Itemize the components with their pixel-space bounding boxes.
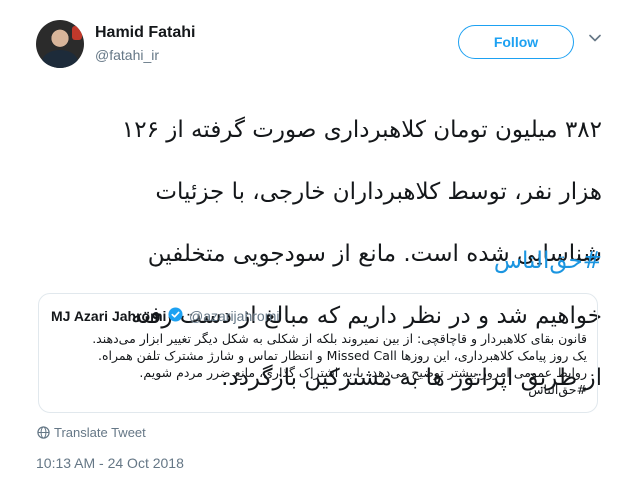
translate-tweet-link[interactable]: Translate Tweet [37,425,146,440]
tweet-text-line: ۳۸۲ میلیون تومان کلاهبرداری صورت گرفته ا… [121,117,602,143]
chevron-down-icon[interactable] [589,32,601,44]
translate-label: Translate Tweet [54,425,146,440]
quoted-tweet[interactable]: MJ Azari Jahromi @azarijahromi قانون بقا… [38,293,598,413]
quoted-text-line: روابط عمومی امروز بیشتر توضیح می‌دهد. با… [139,365,587,380]
tweet-text-line: هزار نفر، توسط کلاهبرداران خارجی، با جزئ… [155,179,602,205]
quoted-text-line: قانون بقای کلاهبردار و قاچاقچی: از بین ن… [92,331,587,346]
quoted-author-handle: @azarijahromi [189,308,280,324]
quoted-author-name: MJ Azari Jahromi [51,308,167,324]
quoted-text-line: #حق‌الناس [528,382,587,397]
quoted-text-line: یک روز پیامک کلاهبرداری، این روزها Misse… [97,348,587,363]
quoted-text: قانون بقای کلاهبردار و قاچاقچی: از بین ن… [51,330,587,398]
author-handle[interactable]: @fatahi_ir [95,47,159,63]
author-name[interactable]: Hamid Fatahi [95,24,195,42]
follow-button[interactable]: Follow [458,25,574,59]
avatar[interactable] [36,20,84,68]
hashtag-link[interactable]: #حق‌الناس [36,246,602,277]
tweet-timestamp[interactable]: 10:13 AM - 24 Oct 2018 [36,455,184,471]
tweet-header: Hamid Fatahi @fatahi_ir Follow [36,20,602,76]
verified-badge-icon [168,307,183,322]
globe-icon [37,426,50,439]
